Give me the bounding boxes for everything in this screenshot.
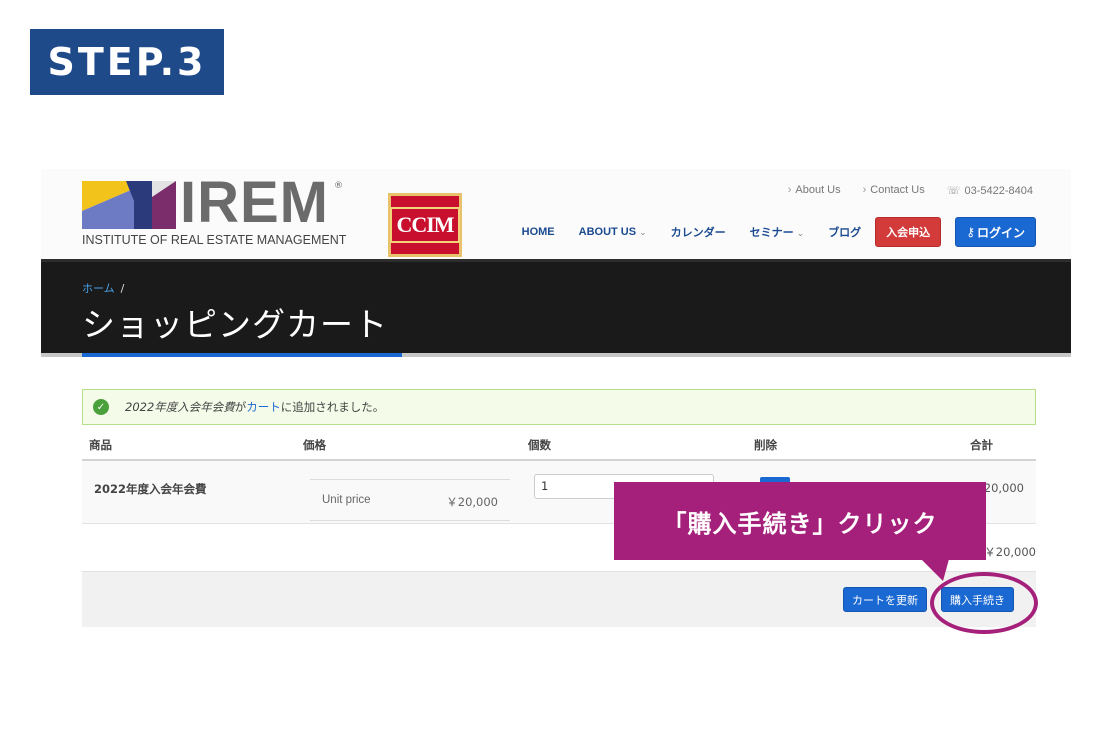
cart-added-notice: ✓ 2022年度入会年会費 がカート に追加されました。 bbox=[82, 389, 1036, 425]
chevron-right-icon: › bbox=[787, 184, 792, 196]
website-screenshot: IREM ® INSTITUTE OF REAL ESTATE MANAGEME… bbox=[41, 169, 1071, 639]
col-header-qty: 個数 bbox=[528, 438, 551, 452]
row-price-label: Unit price bbox=[322, 494, 371, 506]
nav-about-us[interactable]: ABOUT US ⌄ bbox=[579, 226, 647, 238]
irem-logo[interactable]: IREM ® INSTITUTE OF REAL ESTATE MANAGEME… bbox=[82, 173, 462, 257]
row-total: 20,000 bbox=[983, 481, 1024, 495]
chevron-down-icon: ⌄ bbox=[639, 227, 647, 237]
phone-number[interactable]: ☏ 03-5422-8404 bbox=[947, 184, 1033, 197]
util-link-about[interactable]: › About Us bbox=[788, 184, 841, 197]
logo-subtitle: INSTITUTE OF REAL ESTATE MANAGEMENT bbox=[82, 233, 347, 247]
instruction-callout: 「購入手続き」クリック bbox=[614, 482, 986, 560]
page-title: ショッピングカート bbox=[82, 305, 388, 344]
phone-icon: ☏ bbox=[946, 185, 961, 197]
step-badge: STEP.3 bbox=[30, 29, 224, 95]
col-header-total: 合計 bbox=[970, 438, 993, 452]
page-banner: ホーム / ショッピングカート bbox=[41, 259, 1071, 353]
breadcrumb: ホーム / bbox=[82, 280, 124, 296]
breadcrumb-separator: / bbox=[120, 282, 125, 295]
chevron-down-icon: ⌄ bbox=[796, 228, 805, 238]
nav-blog[interactable]: ブログ bbox=[828, 224, 861, 240]
main-nav: HOME ABOUT US ⌄ カレンダー セミナー ⌄ ブログ 入会申込 ⚷ ログイ… bbox=[498, 217, 1036, 247]
notice-suffix: に追加されました。 bbox=[280, 400, 385, 414]
col-header-product: 商品 bbox=[89, 438, 112, 452]
update-cart-button[interactable]: カートを更新 bbox=[843, 587, 927, 612]
notice-cart-link[interactable]: カート bbox=[246, 399, 281, 415]
check-circle-icon: ✓ bbox=[93, 399, 109, 415]
col-header-price: 価格 bbox=[303, 438, 326, 452]
banner-accent-bar bbox=[82, 353, 402, 357]
notice-middle: が bbox=[234, 400, 247, 414]
cart-actions-bar: カートを更新 購入手続き bbox=[82, 571, 1036, 627]
breadcrumb-home-link[interactable]: ホーム bbox=[82, 282, 115, 295]
row-price-value: ￥20,000 bbox=[446, 495, 498, 509]
registered-mark: ® bbox=[334, 181, 343, 191]
row-price-box: Unit price ￥20,000 bbox=[310, 479, 510, 521]
row-product-name: 2022年度入会年会費 bbox=[94, 482, 207, 496]
join-button[interactable]: 入会申込 bbox=[875, 217, 942, 247]
utility-links: › About Us › Contact Us ☏ 03-5422-8404 bbox=[788, 184, 1033, 197]
site-header: IREM ® INSTITUTE OF REAL ESTATE MANAGEME… bbox=[41, 169, 1071, 259]
notice-product: 2022年度入会年会費 bbox=[125, 400, 235, 414]
chevron-right-icon: › bbox=[862, 184, 867, 196]
nav-seminar[interactable]: セミナー ⌄ bbox=[750, 224, 805, 240]
key-icon: ⚷ bbox=[966, 225, 975, 239]
util-link-contact[interactable]: › Contact Us bbox=[863, 184, 925, 197]
nav-home[interactable]: HOME bbox=[522, 226, 555, 238]
ccim-logo-text: CCIM bbox=[390, 207, 460, 243]
logo-wordmark: IREM bbox=[180, 170, 329, 235]
nav-calendar[interactable]: カレンダー bbox=[671, 224, 726, 240]
irem-logo-mark-icon bbox=[82, 181, 176, 229]
col-header-delete: 削除 bbox=[754, 438, 777, 452]
ccim-logo: CCIM bbox=[388, 193, 462, 257]
highlight-ring bbox=[930, 572, 1038, 634]
grand-total: ￥20,000 bbox=[984, 545, 1036, 559]
login-button[interactable]: ⚷ ログイン bbox=[955, 217, 1036, 247]
